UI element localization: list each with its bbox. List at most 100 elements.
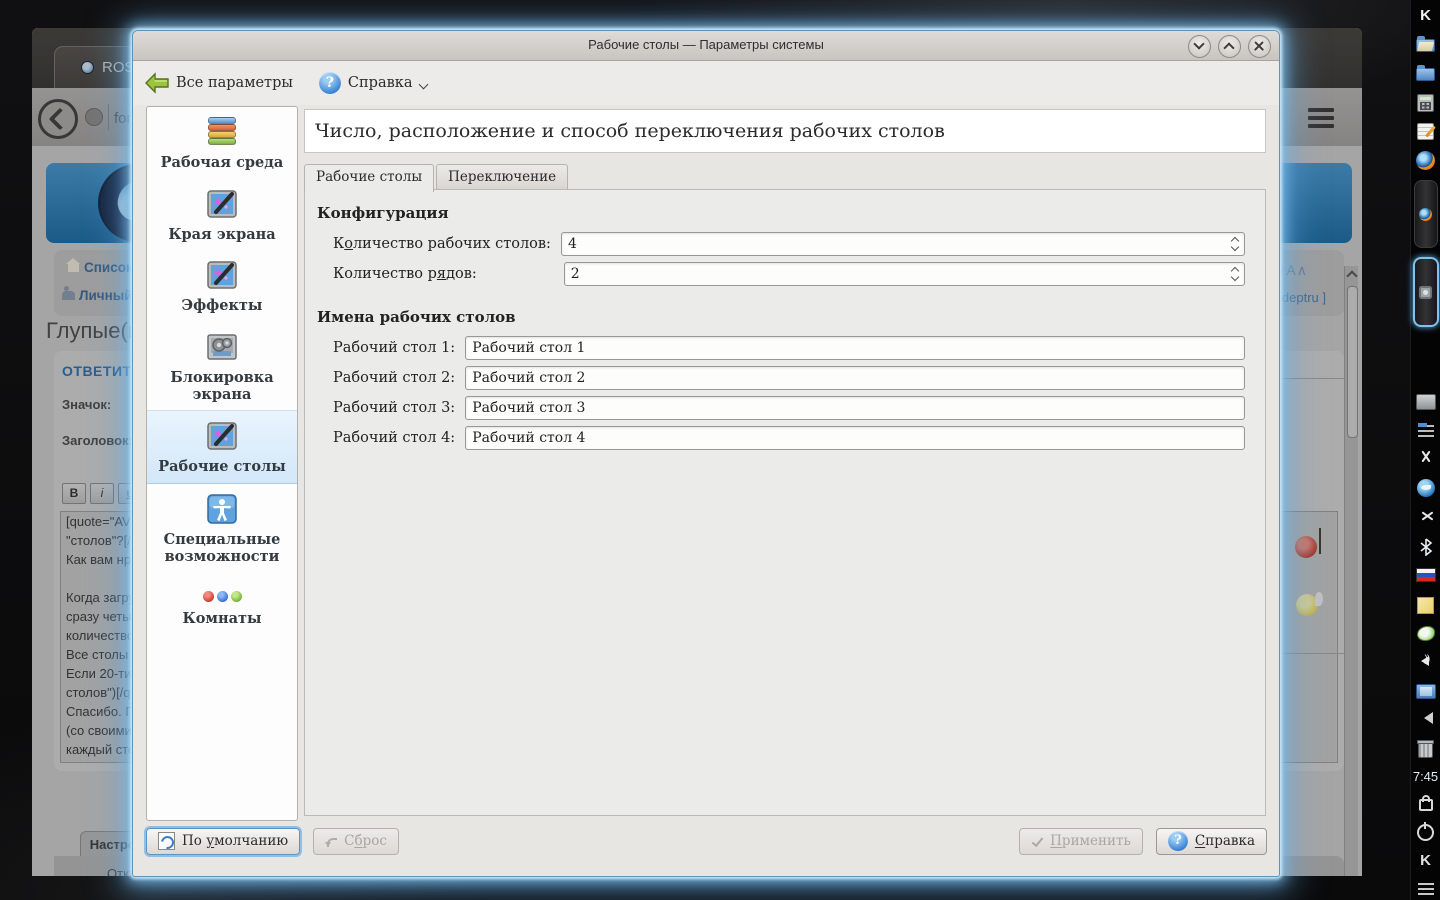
desktop-name-field[interactable]: [465, 426, 1245, 450]
desktop-name-field[interactable]: [465, 366, 1245, 390]
task-system-settings[interactable]: [1412, 257, 1439, 327]
help-menu-label: Справка: [347, 75, 413, 91]
user-icon: [62, 286, 75, 300]
help-icon: ?: [318, 72, 341, 94]
globe-icon: [85, 108, 103, 126]
minimize-button[interactable]: [1188, 35, 1211, 58]
klipper-icon[interactable]: [1416, 421, 1436, 441]
tab-desktops[interactable]: Рабочие столы: [304, 164, 435, 192]
kde-menu-icon[interactable]: K: [1416, 6, 1436, 26]
post-separator: [1278, 653, 1354, 654]
kde-logo-icon[interactable]: K: [1416, 851, 1436, 871]
trash-icon[interactable]: [1416, 740, 1436, 760]
sidebar-item-effects[interactable]: Эффекты: [147, 250, 297, 322]
fish-smiley-icon[interactable]: [1296, 592, 1323, 616]
cut-tool-icon[interactable]: [1416, 508, 1436, 528]
sidebar-item-workspace[interactable]: Рабочая среда: [147, 107, 297, 179]
spinner-arrows[interactable]: [1228, 264, 1242, 284]
desktop-name-field[interactable]: [465, 396, 1245, 420]
panel-clock[interactable]: 7:45: [1411, 769, 1440, 784]
home-icon: [66, 258, 80, 272]
notes-icon[interactable]: [1416, 122, 1436, 142]
help-menu-button[interactable]: ? Справка: [318, 72, 429, 94]
defaults-icon: [158, 832, 175, 850]
checkmark-icon: [1031, 837, 1043, 846]
scroll-up-icon[interactable]: [1346, 270, 1358, 282]
workspace-appearance-icon: [205, 116, 239, 148]
settings-sidebar: Рабочая среда Края экрана Эффекты Блокир…: [146, 106, 298, 821]
spin-down-icon[interactable]: [1230, 242, 1240, 252]
desktop-name-field[interactable]: [465, 336, 1245, 360]
sidebar-item-screen-locking[interactable]: Блокировка экрана: [147, 322, 297, 410]
panel-hide-icon[interactable]: [1416, 711, 1436, 731]
apply-button[interactable]: Применить: [1019, 827, 1143, 855]
calculator-icon[interactable]: [1416, 93, 1436, 113]
dialog-toolbar: Все параметры ? Справка: [133, 61, 1279, 105]
reset-button[interactable]: Сброс: [313, 827, 399, 855]
lock-screen-icon[interactable]: [1416, 793, 1436, 813]
browser-menu-button[interactable]: [1308, 108, 1334, 128]
scrollbar-thumb[interactable]: [1347, 286, 1358, 438]
scissors-icon[interactable]: [1416, 450, 1436, 470]
config-group-title: Конфигурация: [317, 204, 449, 222]
window-titlebar[interactable]: Рабочие столы — Параметры системы: [133, 31, 1279, 61]
sidebar-item-screen-edges[interactable]: Края экрана: [147, 179, 297, 251]
desktop-count-spinbox[interactable]: [560, 232, 1245, 256]
folder-icon[interactable]: [1415, 64, 1436, 84]
page-scrollbar[interactable]: [1344, 266, 1358, 876]
desktop-name-label: Рабочий стол 2:: [333, 370, 456, 386]
all-settings-button[interactable]: Все параметры: [145, 72, 293, 94]
sidebar-item-virtual-desktops[interactable]: Рабочие столы: [147, 410, 297, 485]
tab-switching[interactable]: Переключение: [436, 164, 569, 190]
desktop-name-input[interactable]: [472, 368, 1236, 388]
virtual-desktops-icon: [207, 422, 237, 451]
subject-field-label: Заголовок:: [62, 433, 133, 448]
desktop-name-row: Рабочий стол 4:: [333, 426, 1245, 450]
back-arrow-icon: [145, 72, 169, 94]
row-count-spinbox[interactable]: [563, 262, 1245, 286]
desktops-tab-panel: Конфигурация Количество рабочих столов: …: [304, 189, 1266, 816]
desktop-name-label: Рабочий стол 4:: [333, 430, 456, 446]
bold-button[interactable]: B: [62, 483, 86, 504]
task-firefox[interactable]: [1413, 180, 1438, 248]
keyboard-layout-ru-icon[interactable]: [1415, 566, 1436, 586]
module-description: Число, расположение и способ переключени…: [304, 109, 1266, 153]
firefox-icon[interactable]: [1416, 151, 1436, 171]
desktop-name-input[interactable]: [472, 398, 1236, 418]
undo-icon: [325, 836, 338, 847]
tab-bar: Рабочие столы Переключение: [304, 164, 570, 192]
maximize-button[interactable]: [1218, 35, 1241, 58]
row-count-input[interactable]: [570, 264, 1222, 284]
italic-button[interactable]: i: [90, 483, 114, 504]
device-notifier-icon[interactable]: [1415, 682, 1436, 702]
screen-locker-icon: [207, 334, 237, 360]
display-tray-icon[interactable]: [1415, 392, 1436, 412]
sidebar-item-activities[interactable]: Комнаты: [147, 572, 297, 635]
devil-smiley-icon[interactable]: [1295, 528, 1321, 558]
sticky-note-icon[interactable]: [1416, 595, 1436, 615]
panel-toolbox-icon[interactable]: [1416, 880, 1436, 900]
names-group-title: Имена рабочих столов: [317, 308, 516, 326]
back-arrow-icon: [48, 107, 72, 131]
spinner-arrows[interactable]: [1228, 234, 1242, 254]
folder-open-icon[interactable]: [1415, 35, 1436, 55]
sidebar-item-accessibility[interactable]: Специальные возможности: [147, 484, 297, 572]
back-button[interactable]: [38, 99, 78, 139]
spin-down-icon[interactable]: [1230, 272, 1240, 282]
thunderbird-icon[interactable]: [1416, 479, 1436, 499]
close-button[interactable]: [1248, 35, 1271, 58]
chevron-down-icon: [419, 79, 429, 90]
reply-button[interactable]: ОТВЕТИТЬ: [62, 363, 142, 379]
desktop-name-input[interactable]: [472, 428, 1236, 448]
all-settings-label: Все параметры: [176, 75, 293, 91]
desktop-name-row: Рабочий стол 2:: [333, 366, 1245, 390]
defaults-button[interactable]: По умолчанию: [146, 827, 301, 855]
help-button[interactable]: ? Справка: [1155, 827, 1267, 855]
desktop-count-input[interactable]: [567, 234, 1222, 254]
bluetooth-icon[interactable]: [1416, 537, 1436, 557]
shutdown-icon[interactable]: [1416, 822, 1436, 842]
desktop-name-input[interactable]: [472, 338, 1236, 358]
volume-icon[interactable]: [1416, 653, 1436, 673]
xneur-icon[interactable]: [1416, 624, 1436, 644]
font-size-widget[interactable]: ∨A∧: [1275, 262, 1308, 279]
